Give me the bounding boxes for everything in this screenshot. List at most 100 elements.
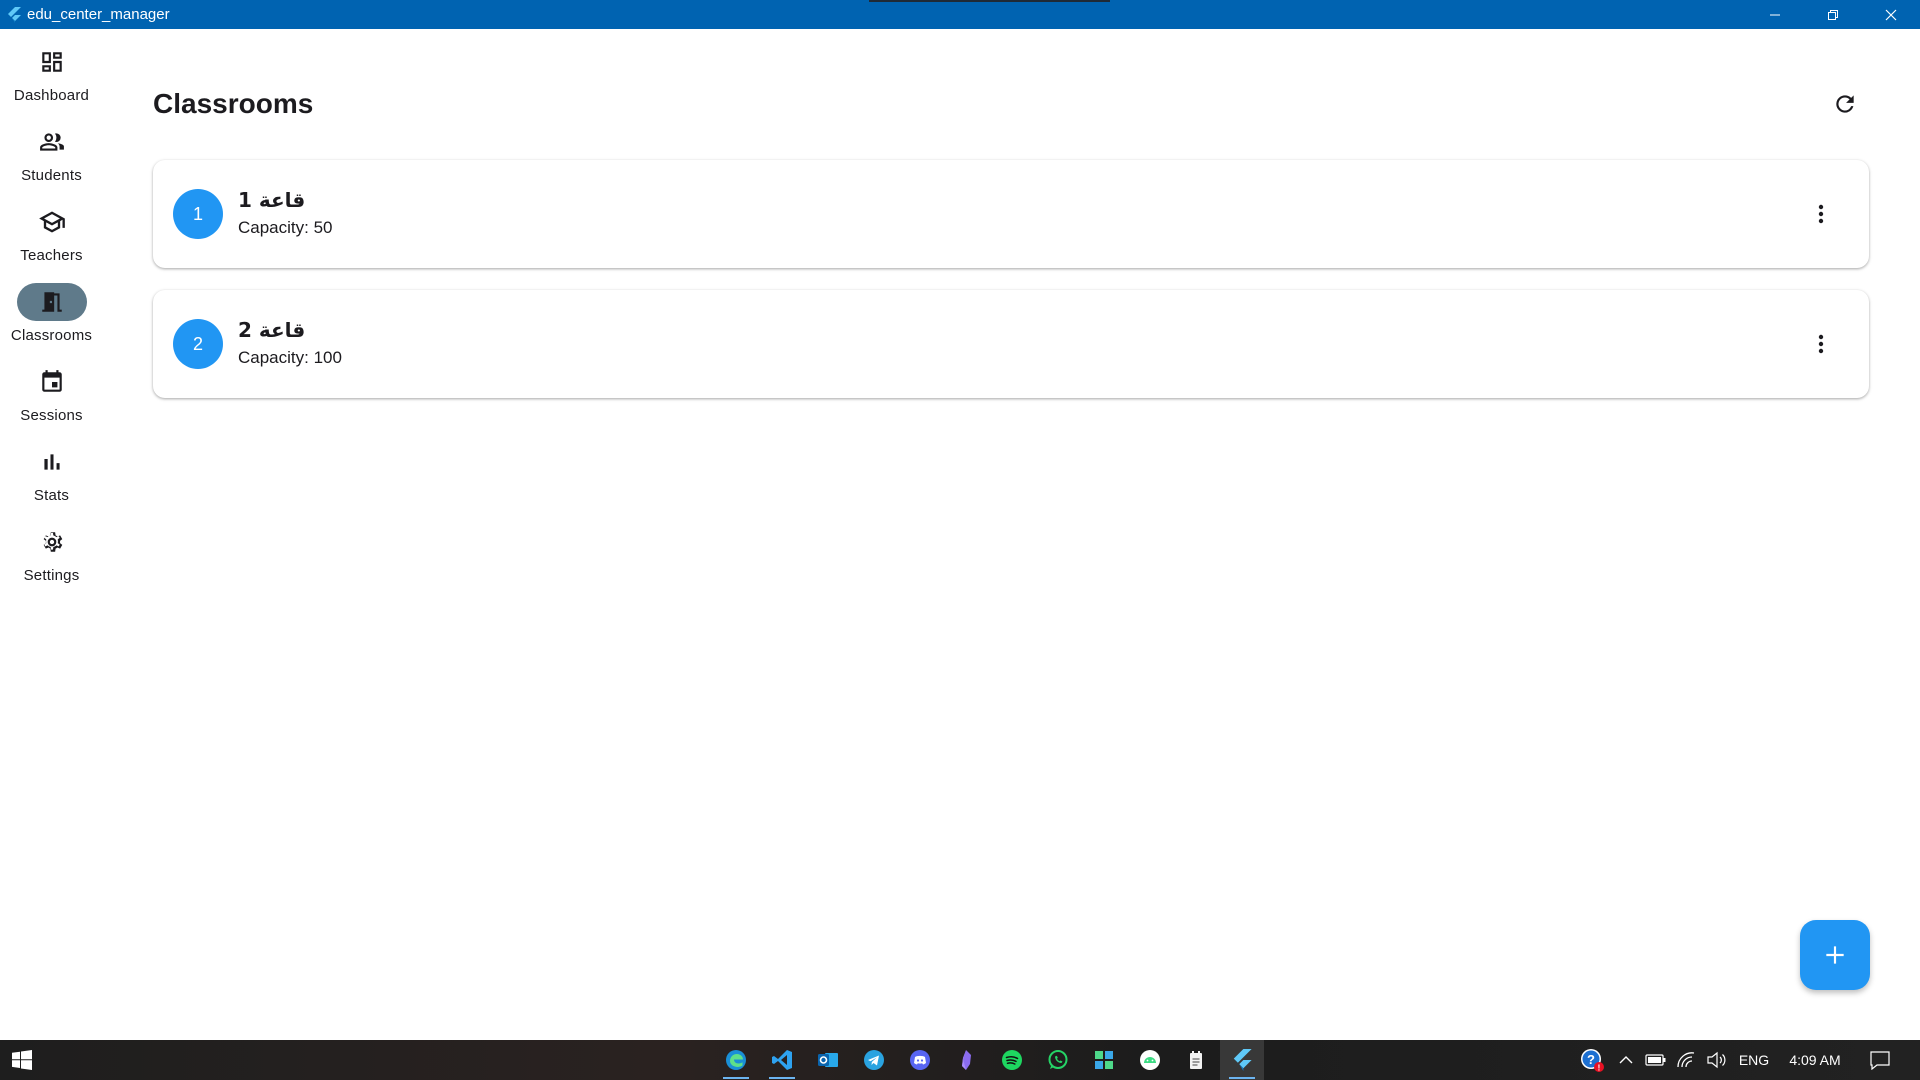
nav-pill [17, 123, 87, 161]
gear-icon [43, 532, 62, 552]
add-classroom-button[interactable] [1800, 920, 1870, 990]
edge-icon [726, 1050, 746, 1070]
notification-center-button[interactable] [1862, 1040, 1898, 1080]
taskbar-android-studio[interactable] [1128, 1040, 1172, 1080]
nav-pill [17, 363, 87, 401]
clock[interactable]: 4:09 AM [1780, 1040, 1850, 1080]
nav-label-students: Students [21, 167, 82, 184]
nav-item-students[interactable]: Students [0, 123, 103, 203]
classroom-capacity: Capacity: 100 [238, 348, 342, 367]
volume-tray[interactable] [1702, 1040, 1732, 1080]
taskbar-edge[interactable] [714, 1040, 758, 1080]
taskbar-xbox[interactable] [1082, 1040, 1126, 1080]
more-vert-icon [1818, 204, 1824, 224]
school-icon [38, 211, 65, 233]
wifi-icon [1677, 1052, 1695, 1068]
more-options-button[interactable] [1801, 194, 1841, 234]
battery-tray[interactable] [1642, 1040, 1670, 1080]
discord-icon [910, 1050, 930, 1070]
help-tray-button[interactable]: ?! [1576, 1040, 1608, 1080]
language-indicator[interactable]: ENG [1736, 1040, 1772, 1080]
drag-strip [869, 0, 1110, 2]
nav-pill [17, 443, 87, 481]
classroom-number-avatar: 2 [173, 319, 223, 369]
taskbar-discord[interactable] [898, 1040, 942, 1080]
title-bar: edu_center_manager [0, 0, 1920, 29]
classroom-name: قاعة 2 [238, 318, 306, 342]
show-hidden-icons-button[interactable] [1612, 1040, 1640, 1080]
nav-label-teachers: Teachers [20, 247, 83, 264]
taskbar-spotify[interactable] [990, 1040, 1034, 1080]
xbox-icon [1095, 1051, 1113, 1069]
taskbar: ?! ENG 4:09 AM [0, 1040, 1920, 1080]
nav-label-sessions: Sessions [20, 407, 83, 424]
nav-item-dashboard[interactable]: Dashboard [0, 43, 103, 123]
classroom-card[interactable]: 2 قاعة 2 Capacity: 100 [153, 290, 1869, 398]
windows-icon [12, 1050, 32, 1070]
nav-label-settings: Settings [23, 567, 80, 584]
notepad-icon [1190, 1051, 1202, 1069]
spotify-icon [1002, 1050, 1022, 1070]
calendar-icon [41, 370, 62, 392]
volume-icon [1707, 1051, 1726, 1069]
page-title: Classrooms [153, 88, 314, 119]
minimize-icon [1770, 14, 1780, 15]
taskbar-obsidian[interactable] [944, 1040, 988, 1080]
battery-icon [1645, 1054, 1666, 1066]
nav-item-settings[interactable]: Settings [0, 523, 103, 603]
window-title: edu_center_manager [27, 6, 170, 23]
nav-pill [17, 523, 87, 561]
classroom-name: قاعة 1 [238, 188, 306, 212]
nav-label-dashboard: Dashboard [13, 87, 90, 104]
taskbar-whatsapp[interactable] [1036, 1040, 1080, 1080]
svg-text:?: ? [1587, 1052, 1595, 1067]
refresh-button[interactable] [1825, 84, 1865, 124]
whatsapp-icon [1048, 1050, 1068, 1069]
chevron-up-icon [1619, 1056, 1633, 1064]
restore-button[interactable] [1804, 0, 1862, 29]
classroom-card[interactable]: 1 قاعة 1 Capacity: 50 [153, 160, 1869, 268]
people-icon [39, 133, 64, 151]
telegram-icon [864, 1050, 884, 1070]
flutter-icon [1233, 1049, 1252, 1071]
notification-icon [1870, 1051, 1890, 1070]
android-studio-icon [1140, 1050, 1160, 1070]
taskbar-notepad[interactable] [1174, 1040, 1218, 1080]
clock-time: 4:09 AM [1789, 1052, 1841, 1068]
start-button[interactable] [0, 1040, 44, 1080]
dashboard-icon [41, 52, 62, 72]
more-options-button[interactable] [1801, 324, 1841, 364]
nav-item-classrooms[interactable]: Classrooms [0, 283, 103, 363]
nav-label-classrooms: Classrooms [10, 327, 93, 344]
close-icon [1885, 9, 1897, 20]
help-icon: ?! [1581, 1049, 1604, 1073]
taskbar-outlook[interactable] [806, 1040, 850, 1080]
close-button[interactable] [1862, 0, 1920, 29]
nav-item-stats[interactable]: Stats [0, 443, 103, 523]
bar-chart-icon [43, 454, 60, 470]
nav-label-stats: Stats [33, 487, 70, 504]
restore-icon [1828, 9, 1838, 20]
nav-pill [17, 203, 87, 241]
network-tray[interactable] [1672, 1040, 1700, 1080]
classroom-capacity: Capacity: 50 [238, 218, 333, 237]
navigation-rail: Dashboard Students Teachers Classrooms S… [0, 29, 103, 1040]
nav-pill [17, 43, 87, 81]
svg-text:!: ! [1598, 1064, 1601, 1073]
obsidian-icon [962, 1050, 971, 1070]
taskbar-flutter-app[interactable] [1220, 1040, 1264, 1080]
language-label: ENG [1738, 1052, 1770, 1068]
outlook-icon [818, 1053, 838, 1067]
vscode-icon [772, 1050, 792, 1070]
more-vert-icon [1818, 334, 1824, 354]
nav-item-teachers[interactable]: Teachers [0, 203, 103, 283]
taskbar-vscode[interactable] [760, 1040, 804, 1080]
refresh-icon [1836, 95, 1854, 113]
nav-item-sessions[interactable]: Sessions [0, 363, 103, 443]
classroom-number-avatar: 1 [173, 189, 223, 239]
plus-icon [1826, 946, 1844, 964]
flutter-app-icon [4, 5, 24, 25]
minimize-button[interactable] [1746, 0, 1804, 29]
taskbar-telegram[interactable] [852, 1040, 896, 1080]
door-icon [41, 292, 62, 312]
